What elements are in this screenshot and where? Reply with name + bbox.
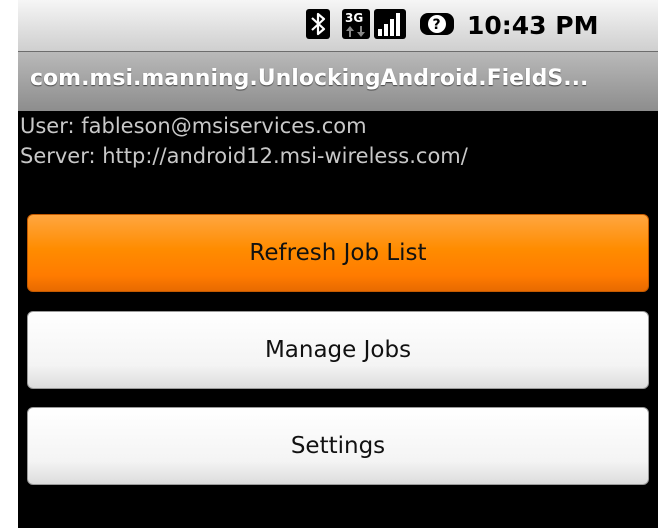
svg-text:?: ? [433,17,441,33]
settings-button[interactable]: Settings [27,407,649,485]
svg-text:3G: 3G [345,11,363,25]
user-label: User: fableson@msiservices.com [20,114,367,138]
app-title-bar: com.msi.manning.UnlockingAndroid.FieldS.… [18,51,658,111]
unknown-sim-icon: ? [420,13,454,35]
manage-jobs-button[interactable]: Manage Jobs [27,311,649,389]
3g-data-icon: 3G [342,9,370,39]
bluetooth-icon [306,9,330,39]
status-bar: 3G ? 10:43 PM [18,0,658,51]
phone-screen: 3G ? 10:43 PM com.msi.manning.UnlockingA… [18,0,658,528]
server-label: Server: http://android12.msi-wireless.co… [20,144,468,168]
app-title: com.msi.manning.UnlockingAndroid.FieldS.… [30,66,589,91]
status-time: 10:43 PM [467,11,599,40]
refresh-job-list-button[interactable]: Refresh Job List [27,214,649,292]
signal-strength-icon [374,9,406,39]
